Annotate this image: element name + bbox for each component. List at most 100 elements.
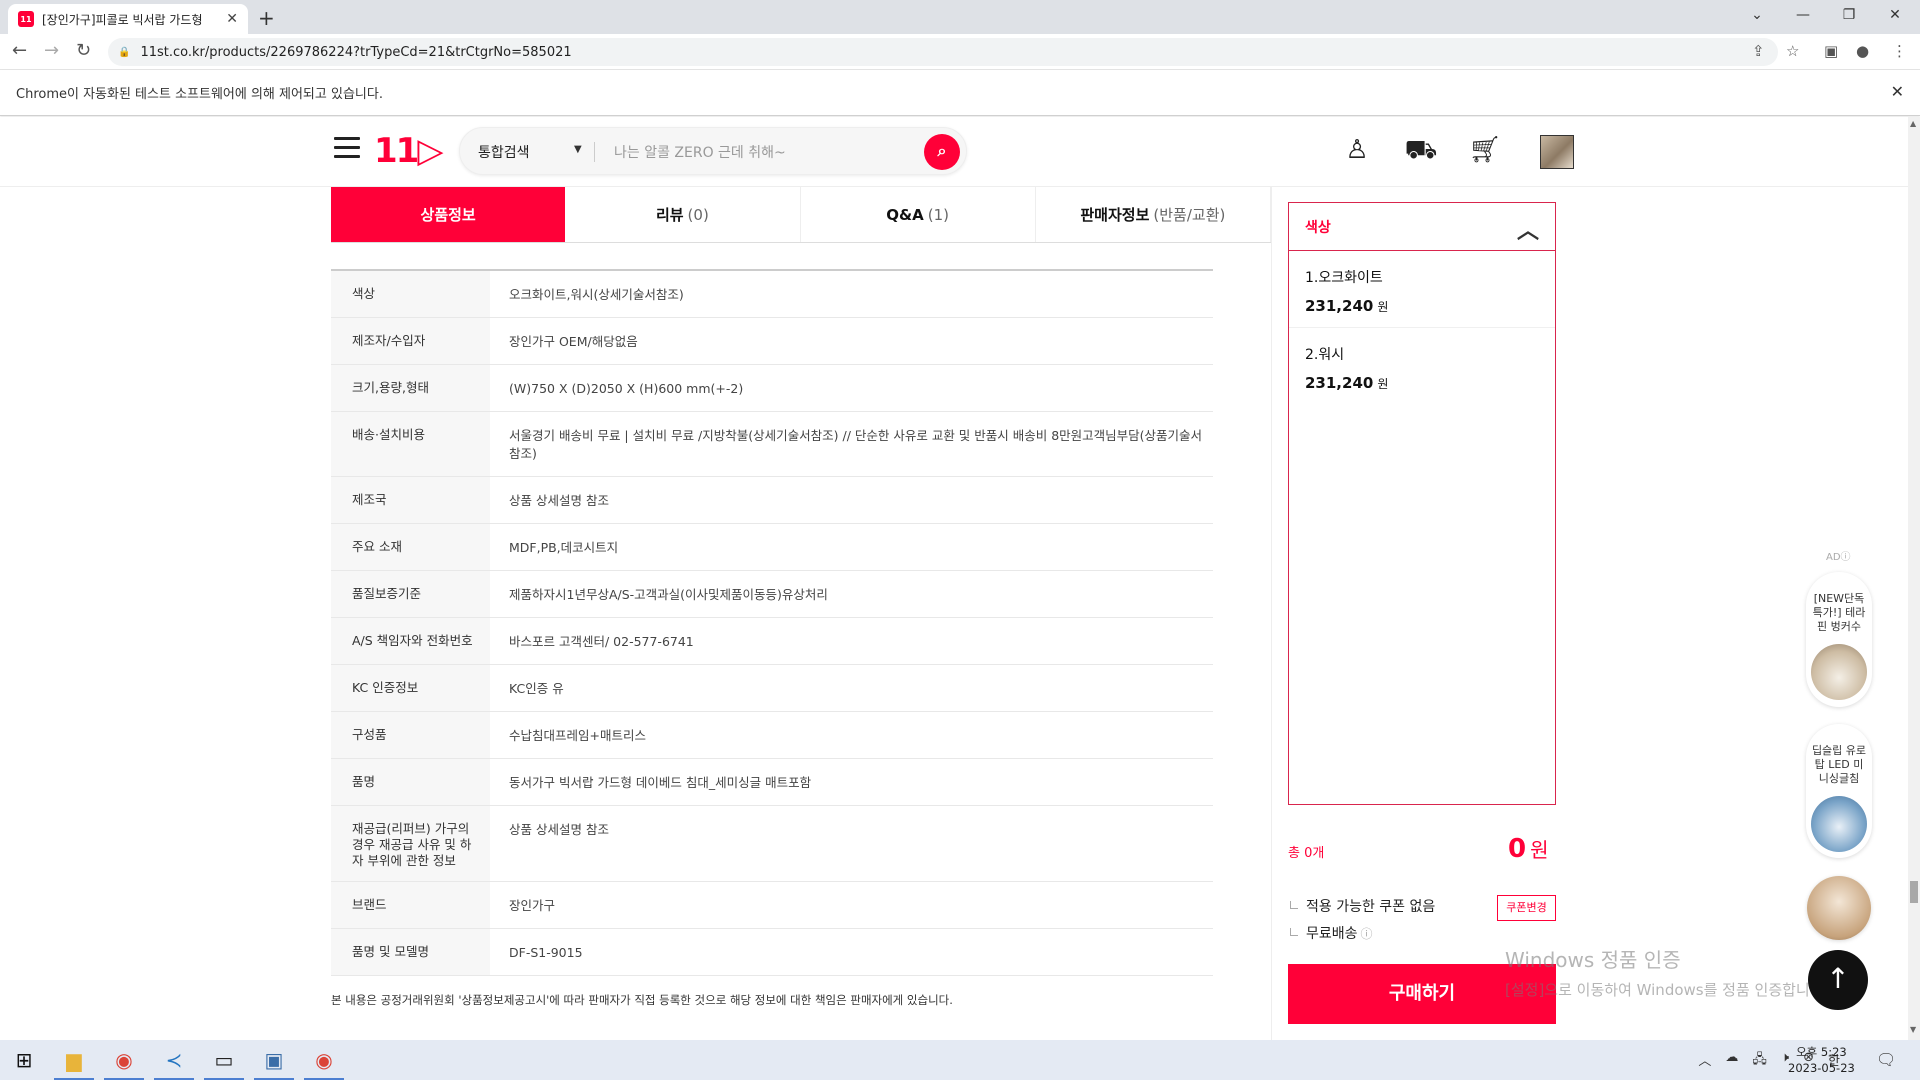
table-row: 구성품 수납침대프레임+매트리스	[331, 711, 1213, 759]
coupon-text: 적용 가능한 쿠폰 없음	[1306, 899, 1436, 915]
option-item[interactable]: 2.워시 231,240 원	[1289, 328, 1555, 404]
forward-icon[interactable]: →	[44, 41, 59, 61]
ad-image[interactable]	[1807, 876, 1871, 940]
ad-image	[1811, 644, 1867, 700]
reload-icon[interactable]: ↻	[76, 41, 91, 61]
cart-icon[interactable]: 🛒︎	[1468, 133, 1502, 167]
table-row: 색상 오크화이트,워시(상세기술서참조)	[331, 270, 1213, 318]
tab-reviews[interactable]: 리뷰 (0)	[565, 187, 801, 242]
option-item[interactable]: 1.오크화이트 231,240 원	[1289, 251, 1555, 328]
chevron-up-icon[interactable]: ︿	[1517, 213, 1539, 245]
scroll-down-icon[interactable]: ▼	[1910, 1025, 1916, 1034]
row-value: 제품하자시1년무상A/S-고객과실(이사및제품이동등)유상처리	[490, 570, 1213, 618]
row-value: KC인증 유	[490, 664, 1213, 712]
tab-search-icon[interactable]: ⌄	[1734, 4, 1780, 26]
site-header: 11▷ 통합검색 ▼ 나는 알콜 ZERO 근데 취해~ ⌕ ♙ ⛟ 🛒︎	[0, 117, 1908, 187]
watermark-line1: Windows 정품 인증	[1505, 948, 1681, 972]
row-key: 품질보증기준	[331, 570, 490, 618]
tab-title: [장인가구]피콜로 빅서랍 가드형	[42, 12, 203, 27]
chrome-icon[interactable]: ◉	[100, 1040, 148, 1080]
table-row: 품질보증기준 제품하자시1년무상A/S-고객과실(이사및제품이동등)유상처리	[331, 570, 1213, 618]
automation-infobar: Chrome이 자동화된 테스트 소프트웨어에 의해 제어되고 있습니다. ✕	[0, 70, 1920, 116]
tab-label: 상품정보	[420, 206, 476, 224]
tray-expand-icon[interactable]: ︿	[1698, 1050, 1711, 1072]
scroll-to-top-button[interactable]: ↑	[1808, 950, 1868, 1010]
table-row: 품명 및 모델명 DF-S1-9015	[331, 928, 1213, 976]
row-value: 상품 상세설명 참조	[490, 476, 1213, 524]
row-value: 동서가구 빅서랍 가드형 데이베드 침대_세미싱글 매트포함	[490, 758, 1213, 806]
coupon-info: 적용 가능한 쿠폰 없음	[1290, 896, 1435, 916]
my-account-icon[interactable]: ♙	[1340, 133, 1374, 167]
page-scrollbar[interactable]: ▲ ▼	[1908, 117, 1920, 1040]
file-explorer-icon[interactable]: ▆	[50, 1040, 98, 1080]
window-close-icon[interactable]: ✕	[1872, 4, 1918, 26]
windows-activation-watermark: Windows 정품 인증 [설정]으로 이동하여 Windows를 정품 인증…	[1505, 944, 1828, 1000]
chrome-icon[interactable]: ◉	[300, 1040, 348, 1080]
row-key: 크기,용량,형태	[331, 364, 490, 412]
address-bar[interactable]: 🔒 11st.co.kr/products/2269786224?trTypeC…	[108, 38, 1778, 66]
windows-taskbar: ⊞ ▆ ◉ ≺ ▭ ▣ ◉ ︿ ☁ 🖧 🕨 ⊗ 한 오후 5:23 2023-0…	[0, 1040, 1920, 1080]
scroll-up-icon[interactable]: ▲	[1910, 119, 1916, 128]
ad-text: 딥슬립 유로탑 LED 미니싱글침	[1811, 744, 1867, 785]
python-editor-icon[interactable]: ▣	[250, 1040, 298, 1080]
windows-start-icon[interactable]: ⊞	[0, 1040, 48, 1080]
ad-card[interactable]: [NEW단독특가!] 테라핀 벙커수	[1806, 572, 1872, 707]
row-value: 상품 상세설명 참조	[490, 805, 1213, 882]
tab-close-icon[interactable]: ✕	[226, 11, 238, 27]
row-value: 장인가구 OEM/해당없음	[490, 317, 1213, 365]
table-row: 배송·설치비용 서울경기 배송비 무료 | 설치비 무료 /지방착불(상세기술서참…	[331, 411, 1213, 477]
option-price: 231,240 원	[1305, 374, 1539, 392]
search-category-select[interactable]: 통합검색	[478, 142, 530, 162]
terminal-icon[interactable]: ▭	[200, 1040, 248, 1080]
tab-qna[interactable]: Q&A (1)	[800, 187, 1036, 242]
bookmark-star-icon[interactable]: ☆	[1786, 42, 1799, 60]
vscode-icon[interactable]: ≺	[150, 1040, 198, 1080]
option-name: 1.오크화이트	[1305, 270, 1383, 286]
table-row: A/S 책임자와 전화번호 바스포르 고객센터/ 02-577-6741	[331, 617, 1213, 665]
option-panel: 색상 ︿ 1.오크화이트 231,240 원 2.워시 231,240 원	[1288, 202, 1556, 805]
tab-seller-info[interactable]: 판매자정보 (반품/교환)	[1035, 187, 1271, 242]
option-panel-header[interactable]: 색상 ︿	[1289, 203, 1555, 251]
restore-icon[interactable]: ❐	[1826, 4, 1872, 26]
search-input[interactable]: 나는 알콜 ZERO 근데 취해~	[614, 142, 786, 162]
tab-product-info[interactable]: 상품정보	[331, 187, 566, 242]
minimize-icon[interactable]: —	[1780, 4, 1826, 26]
infobar-close-icon[interactable]: ✕	[1891, 82, 1904, 101]
site-logo[interactable]: 11▷	[374, 131, 443, 171]
option-price-value: 231,240	[1305, 297, 1374, 315]
recent-product-thumbnail[interactable]	[1540, 135, 1574, 169]
ad-card[interactable]: 딥슬립 유로탑 LED 미니싱글침	[1806, 724, 1872, 858]
table-row: 주요 소재 MDF,PB,데코시트지	[331, 523, 1213, 571]
tree-branch-icon	[1290, 901, 1298, 909]
network-icon[interactable]: 🖧	[1752, 1050, 1767, 1072]
row-key: 제조자/수입자	[331, 317, 490, 365]
profile-icon[interactable]: ●	[1856, 42, 1869, 60]
product-info-table: 색상 오크화이트,워시(상세기술서참조) 제조자/수입자 장인가구 OEM/해당없음…	[331, 269, 1213, 976]
side-panel-icon[interactable]: ▣	[1824, 42, 1838, 60]
tab-count: (1)	[927, 205, 949, 224]
new-tab-icon[interactable]: +	[258, 6, 275, 30]
tab-label: Q&A	[886, 205, 924, 224]
onedrive-icon[interactable]: ☁	[1725, 1050, 1738, 1072]
hamburger-menu-icon[interactable]	[334, 137, 360, 159]
row-value: 수납침대프레임+매트리스	[490, 711, 1213, 759]
delivery-truck-icon[interactable]: ⛟	[1404, 133, 1438, 167]
table-row: 재공급(리퍼브) 가구의 경우 재공급 사유 및 하자 부위에 관한 정보 상품 …	[331, 805, 1213, 882]
taskbar-clock[interactable]: 오후 5:23 2023-05-23	[1788, 1044, 1855, 1076]
info-icon[interactable]: ⓘ	[1361, 927, 1373, 941]
ad-image	[1811, 796, 1867, 852]
menu-icon[interactable]: ⋮	[1892, 42, 1907, 60]
scrollbar-thumb[interactable]	[1910, 881, 1918, 903]
table-row: 브랜드 장인가구	[331, 881, 1213, 929]
share-icon[interactable]: ⇪	[1752, 42, 1765, 60]
browser-tab[interactable]: 11 [장인가구]피콜로 빅서랍 가드형 ✕	[8, 4, 248, 34]
coupon-change-button[interactable]: 쿠폰변경	[1497, 895, 1556, 921]
back-icon[interactable]: ←	[12, 41, 27, 61]
watermark-line2: [설정]으로 이동하여 Windows를 정품 인증합니다.	[1505, 981, 1829, 999]
shipping-text: 무료배송	[1306, 926, 1358, 942]
search-button[interactable]: ⌕	[924, 134, 960, 170]
ad-label-text: AD	[1826, 552, 1841, 563]
notification-icon[interactable]: 🗨	[1876, 1050, 1896, 1069]
chevron-down-icon[interactable]: ▼	[574, 144, 582, 155]
shipping-info: 무료배송 ⓘ	[1290, 923, 1373, 943]
